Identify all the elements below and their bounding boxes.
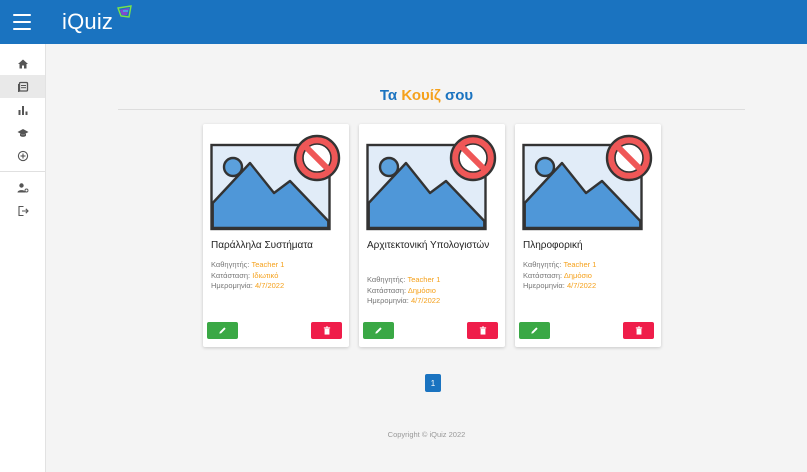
home-icon bbox=[17, 59, 28, 68]
trash-icon bbox=[479, 326, 486, 335]
delete-button[interactable] bbox=[623, 322, 654, 339]
sidebar-item-users[interactable] bbox=[0, 176, 45, 199]
sidebar-item-home[interactable] bbox=[0, 52, 45, 75]
quiz-meta: Καθηγητής: Teacher 1 Κατάσταση: Δημόσιο … bbox=[523, 260, 597, 290]
logout-icon bbox=[17, 205, 29, 216]
pagination-page-button[interactable]: 1 bbox=[425, 374, 441, 392]
image-placeholder-icon bbox=[210, 134, 341, 231]
sidebar-divider bbox=[0, 171, 45, 172]
quiz-title: Αρχιτεκτονική Υπολογιστών bbox=[367, 240, 490, 251]
quiz-card: Παράλληλα Συστήματα Καθηγητής: Teacher 1… bbox=[203, 124, 349, 347]
edit-button[interactable] bbox=[207, 322, 238, 339]
pencil-icon bbox=[375, 327, 382, 334]
graduation-cap-icon bbox=[17, 128, 28, 137]
quiz-title: Πληροφορική bbox=[523, 240, 583, 251]
logo-mark-icon bbox=[117, 5, 132, 18]
title-divider bbox=[118, 109, 745, 110]
image-placeholder-icon bbox=[366, 134, 497, 231]
quiz-meta: Καθηγητής: Teacher 1 Κατάσταση: Ιδιωτικό… bbox=[211, 260, 285, 290]
quiz-list-icon bbox=[17, 81, 28, 92]
quiz-card: Αρχιτεκτονική Υπολογιστών Καθηγητής: Tea… bbox=[359, 124, 505, 347]
trash-icon bbox=[635, 326, 642, 335]
sidebar-item-create[interactable] bbox=[0, 144, 45, 167]
user-settings-icon bbox=[17, 182, 28, 192]
plus-circle-icon bbox=[17, 150, 28, 161]
top-app-bar: iQuiz bbox=[0, 0, 807, 44]
sidebar-item-stats[interactable] bbox=[0, 98, 45, 121]
delete-button[interactable] bbox=[467, 322, 498, 339]
sidebar-item-classes[interactable] bbox=[0, 121, 45, 144]
page-title: Τα Κουίζ σου bbox=[379, 87, 474, 104]
main-content: Τα Κουίζ σου Παράλληλα Συστήματα Καθηγητ… bbox=[46, 44, 807, 472]
sidebar bbox=[0, 44, 46, 472]
edit-button[interactable] bbox=[519, 322, 550, 339]
quiz-title: Παράλληλα Συστήματα bbox=[211, 240, 313, 251]
delete-button[interactable] bbox=[311, 322, 342, 339]
bar-chart-icon bbox=[18, 105, 27, 115]
sidebar-item-quizzes[interactable] bbox=[0, 75, 45, 98]
edit-button[interactable] bbox=[363, 322, 394, 339]
menu-icon[interactable] bbox=[13, 14, 31, 30]
pencil-icon bbox=[219, 327, 226, 334]
quiz-card: Πληροφορική Καθηγητής: Teacher 1 Κατάστα… bbox=[515, 124, 661, 347]
image-placeholder-icon bbox=[522, 134, 653, 231]
trash-icon bbox=[323, 326, 330, 335]
footer-copyright: Copyright © iQuiz 2022 bbox=[387, 430, 466, 439]
pencil-icon bbox=[531, 327, 538, 334]
app-logo[interactable]: iQuiz bbox=[62, 9, 113, 35]
quiz-meta: Καθηγητής: Teacher 1 Κατάσταση: Δημόσιο … bbox=[367, 275, 441, 305]
sidebar-item-logout[interactable] bbox=[0, 199, 45, 222]
